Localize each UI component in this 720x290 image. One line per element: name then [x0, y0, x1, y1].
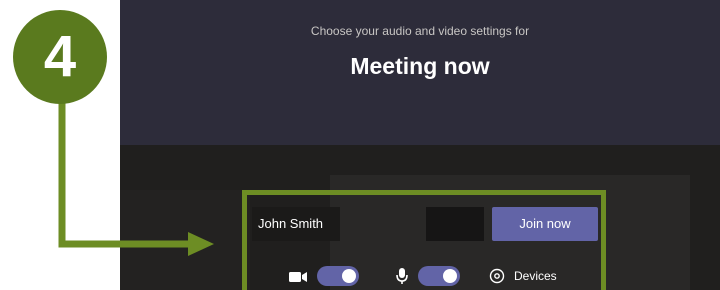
prejoin-header: Choose your audio and video settings for… — [120, 0, 720, 145]
highlight-frame — [242, 190, 606, 290]
prejoin-subtitle: Choose your audio and video settings for — [310, 24, 530, 38]
background-panel — [120, 190, 250, 290]
tutorial-canvas: Choose your audio and video settings for… — [0, 0, 720, 290]
step-number-badge: 4 — [13, 10, 107, 104]
meeting-title: Meeting now — [350, 53, 490, 79]
